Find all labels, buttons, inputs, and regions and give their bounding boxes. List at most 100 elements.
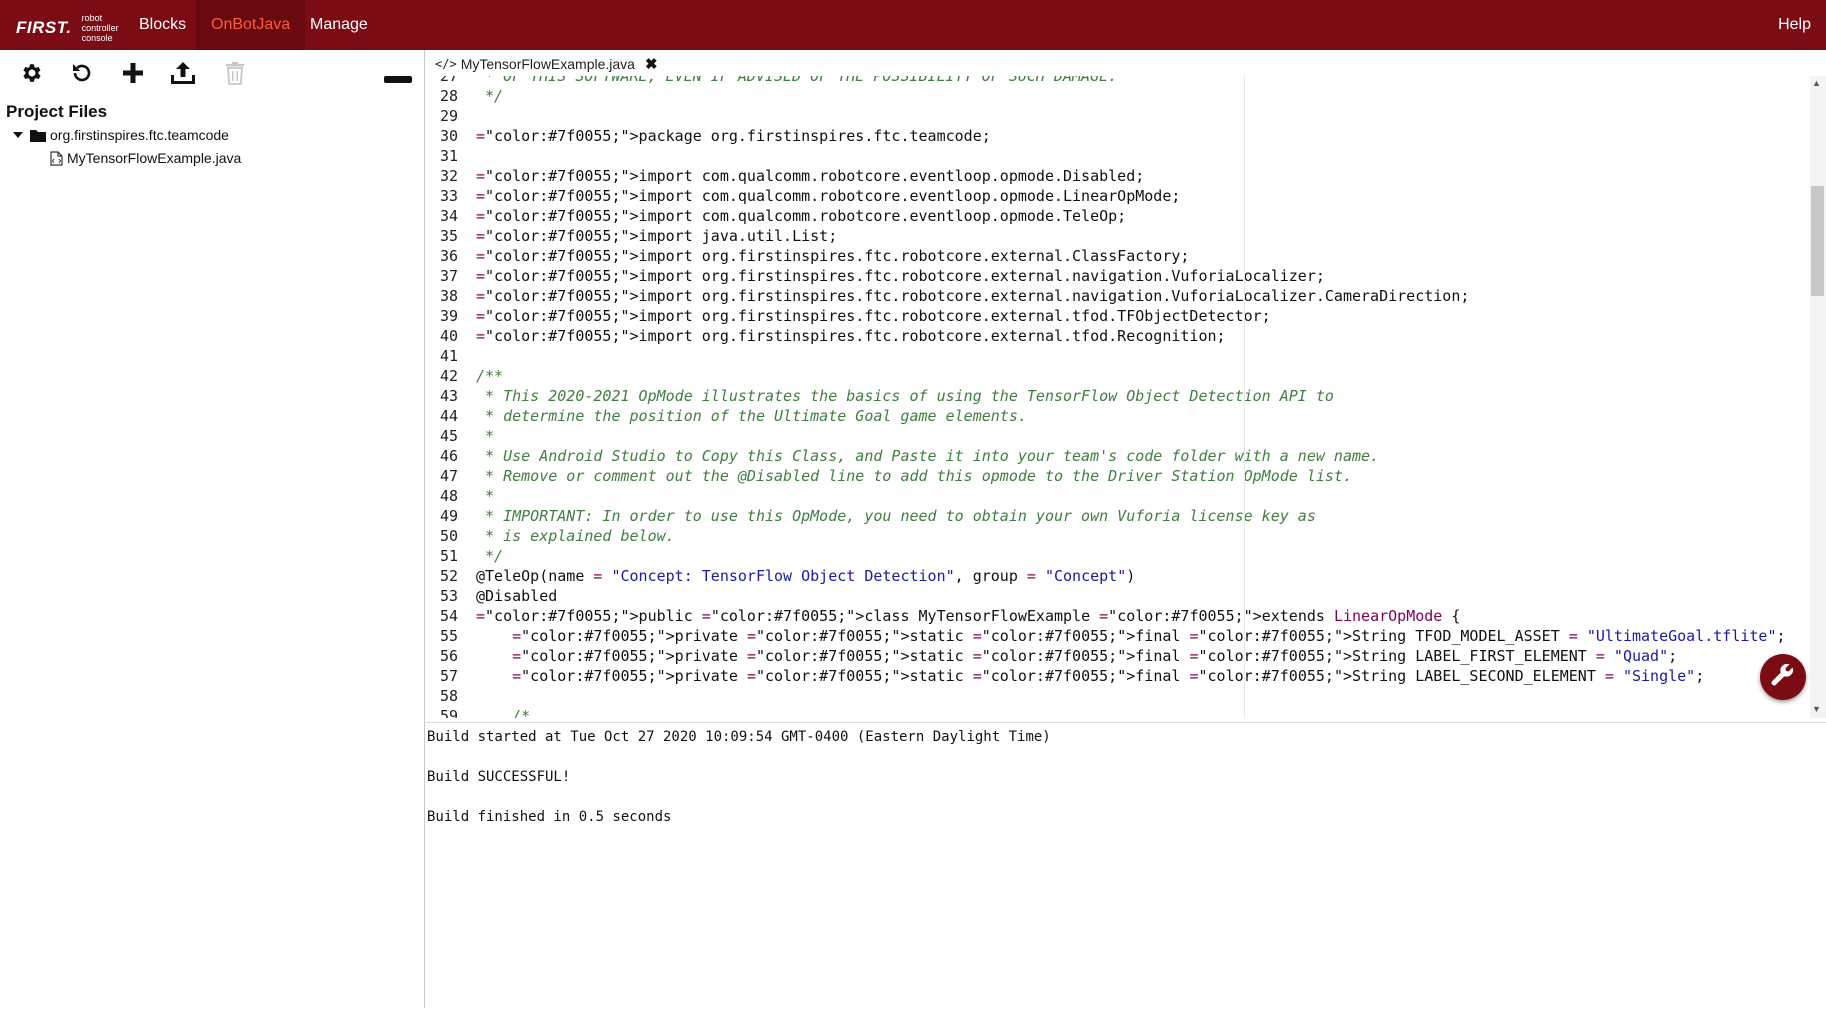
- line-number: 29: [439, 107, 458, 125]
- code-text: ="color:#7f0055;">import org.firstinspir…: [476, 247, 1190, 265]
- nav-blocks[interactable]: Blocks: [124, 0, 201, 50]
- line-number: 40: [439, 327, 458, 345]
- line-number: 42: [439, 367, 458, 385]
- code-text: * is explained below.: [476, 527, 675, 545]
- code-text: ="color:#7f0055;">import java.util.List;: [476, 227, 838, 245]
- folder-label: org.firstinspires.ftc.teamcode: [50, 127, 229, 143]
- close-tab-icon[interactable]: ✖: [645, 55, 658, 73]
- line-number: 36: [439, 247, 458, 265]
- line-number: 51: [439, 547, 458, 565]
- line-number: 45: [439, 427, 458, 445]
- minimize-icon[interactable]: [384, 76, 412, 83]
- editor-tab[interactable]: </> MyTensorFlowExample.java ✖: [435, 54, 658, 74]
- line-number: 50: [439, 527, 458, 545]
- code-editor[interactable]: 27 * OF THIS SOFTWARE, EVEN IF ADVISED O…: [424, 76, 1810, 718]
- refresh-button[interactable]: [67, 58, 97, 88]
- code-text: /**: [476, 367, 504, 385]
- nav-help[interactable]: Help: [1763, 0, 1826, 50]
- line-number: 31: [439, 147, 458, 165]
- editor-scrollbar-thumb[interactable]: [1811, 186, 1824, 296]
- line-number: 57: [439, 667, 458, 685]
- code-text: @TeleOp(name = "Concept: TensorFlow Obje…: [476, 567, 1136, 585]
- line-number: 28: [439, 87, 458, 105]
- line-number: 46: [439, 447, 458, 465]
- code-text: ="color:#7f0055;">package org.firstinspi…: [476, 127, 991, 145]
- brand-sub-line: controller: [81, 23, 119, 33]
- code-text: ="color:#7f0055;">public ="color:#7f0055…: [476, 607, 1461, 625]
- code-text: /*: [476, 707, 531, 718]
- build-button[interactable]: [1760, 654, 1806, 700]
- editor-scrollbar[interactable]: [1810, 76, 1826, 718]
- code-text: ="color:#7f0055;">import com.qualcomm.ro…: [476, 207, 1127, 225]
- code-text: ="color:#7f0055;">private ="color:#7f005…: [512, 647, 1678, 665]
- code-text: ="color:#7f0055;">import org.firstinspir…: [476, 327, 1226, 345]
- settings-button[interactable]: [17, 58, 47, 88]
- line-number: 35: [439, 227, 458, 245]
- line-number: 53: [439, 587, 458, 605]
- nav-onbotjava[interactable]: OnBotJava: [196, 0, 306, 50]
- console-line: Build finished in 0.5 seconds: [427, 809, 672, 825]
- code-text: ="color:#7f0055;">import org.firstinspir…: [476, 307, 1271, 325]
- code-text: * This 2020-2021 OpMode illustrates the …: [476, 387, 1334, 405]
- line-number: 47: [439, 467, 458, 485]
- line-number: 34: [439, 207, 458, 225]
- code-text: */: [476, 547, 504, 565]
- line-number: 44: [439, 407, 458, 425]
- line-number: 39: [439, 307, 458, 325]
- add-file-button[interactable]: [118, 58, 148, 88]
- code-text: ="color:#7f0055;">import org.firstinspir…: [476, 287, 1470, 305]
- console-line: Build SUCCESSFUL!: [427, 769, 571, 785]
- nav-manage[interactable]: Manage: [295, 0, 383, 50]
- code-text: ="color:#7f0055;">import com.qualcomm.ro…: [476, 187, 1181, 205]
- code-text: *: [476, 427, 495, 445]
- caret-down-icon[interactable]: [12, 130, 24, 140]
- console-line: Build started at Tue Oct 27 2020 10:09:5…: [427, 729, 1051, 745]
- top-nav-bar: FIRST. robot controller console Blocks O…: [0, 0, 1826, 50]
- line-number: 55: [439, 627, 458, 645]
- line-number: 27: [439, 76, 458, 85]
- line-number: 56: [439, 647, 458, 665]
- brand-logo[interactable]: FIRST. robot controller console: [16, 13, 119, 43]
- brand-subtitle: robot controller console: [82, 13, 119, 43]
- trash-icon: [226, 62, 244, 85]
- line-number: 38: [439, 287, 458, 305]
- line-number: 59: [439, 707, 458, 718]
- brand-sub-line: robot: [81, 13, 103, 23]
- tree-folder-item[interactable]: org.firstinspires.ftc.teamcode: [12, 127, 229, 143]
- code-text: ="color:#7f0055;">private ="color:#7f005…: [512, 627, 1786, 645]
- brand-first-text: FIRST.: [16, 18, 72, 37]
- code-text: * determine the position of the Ultimate…: [476, 407, 1027, 425]
- code-text: * OF THIS SOFTWARE, EVEN IF ADVISED OF T…: [476, 76, 1118, 85]
- line-number: 49: [439, 507, 458, 525]
- java-file-icon: [50, 150, 63, 166]
- scroll-up-arrow-icon[interactable]: ▲: [1812, 78, 1821, 88]
- line-number: 52: [439, 567, 458, 585]
- project-toolbar: [0, 50, 424, 94]
- code-text: */: [476, 87, 504, 105]
- line-number: 43: [439, 387, 458, 405]
- file-label: MyTensorFlowExample.java: [67, 150, 242, 166]
- code-text: ="color:#7f0055;">import com.qualcomm.ro…: [476, 167, 1145, 185]
- build-console: Build started at Tue Oct 27 2020 10:09:5…: [424, 722, 1826, 1009]
- code-text: * IMPORTANT: In order to use this OpMode…: [476, 507, 1316, 525]
- code-text: ="color:#7f0055;">private ="color:#7f005…: [512, 667, 1705, 685]
- upload-button[interactable]: [168, 58, 198, 88]
- delete-button[interactable]: [220, 58, 250, 88]
- refresh-icon: [73, 64, 91, 82]
- code-icon: </>: [435, 57, 457, 71]
- line-number: 41: [439, 347, 458, 365]
- editor-tab-label: MyTensorFlowExample.java: [460, 56, 635, 72]
- wrench-icon: [1771, 664, 1793, 686]
- folder-icon: [30, 129, 46, 142]
- plus-icon: [123, 63, 143, 83]
- code-text: *: [476, 487, 495, 505]
- code-text: ="color:#7f0055;">import org.firstinspir…: [476, 267, 1325, 285]
- scroll-down-arrow-icon[interactable]: ▼: [1812, 704, 1821, 714]
- line-number: 32: [439, 167, 458, 185]
- line-number: 54: [439, 607, 458, 625]
- tree-file-item[interactable]: MyTensorFlowExample.java: [50, 150, 241, 166]
- line-number: 37: [439, 267, 458, 285]
- line-number: 33: [439, 187, 458, 205]
- line-number: 58: [439, 687, 458, 705]
- code-text: * Remove or comment out the @Disabled li…: [476, 467, 1352, 485]
